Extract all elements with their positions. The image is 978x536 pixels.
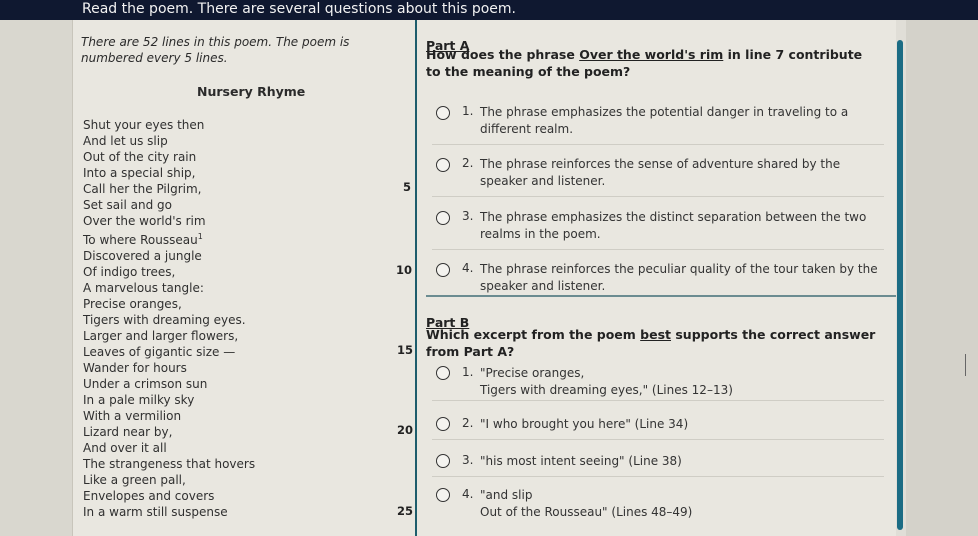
part-a-question: How does the phrase Over the world's rim… <box>426 46 878 80</box>
choice-text: "his most intent seeing" (Line 38) <box>480 454 682 468</box>
radio-button[interactable] <box>436 488 450 502</box>
instruction-bar: Read the poem. There are several questio… <box>0 0 978 20</box>
line-number: 10 <box>396 263 413 277</box>
poem-line-text: To where Rousseau <box>83 233 198 247</box>
radio-button[interactable] <box>436 106 450 120</box>
choice-text: "Precise oranges, Tigers with dreaming ey… <box>480 365 880 399</box>
footnote-marker[interactable]: 1 <box>198 232 203 241</box>
poem-line: Into a special ship, <box>83 166 196 180</box>
poem-line: With a vermilion <box>83 409 182 423</box>
line-number: 5 <box>403 180 412 194</box>
poem-line: Lizard near by, <box>83 425 173 439</box>
poem-line: Under a crimson sun <box>83 377 208 391</box>
edge-mark <box>965 354 966 376</box>
page-margin <box>906 20 978 536</box>
part-b-question: Which excerpt from the poem best support… <box>426 326 878 360</box>
poem-line: A marvelous tangle: <box>83 281 204 295</box>
choice-text: The phrase emphasizes the potential dang… <box>480 105 849 136</box>
poem-line: Leaves of gigantic size — <box>83 345 236 359</box>
choice-text: The phrase reinforces the peculiar quali… <box>480 262 878 293</box>
part-b-choice-1[interactable]: 1. "Precise oranges, Tigers with dreaming… <box>432 362 884 401</box>
question-text: How does the phrase <box>426 47 580 62</box>
choice-number: 3. <box>462 453 474 467</box>
radio-button[interactable] <box>436 211 450 225</box>
question-text: Which excerpt from the poem <box>426 327 641 342</box>
line-number: 25 <box>397 504 414 518</box>
question-phrase: Over the world's rim <box>579 47 724 62</box>
instruction-text: Read the poem. There are several questio… <box>82 1 516 17</box>
choice-text: "and slip Out of the Rousseau" (Lines 48–… <box>480 487 880 521</box>
choice-line: Tigers with dreaming eyes," (Lines 12–13… <box>480 383 733 397</box>
poem-line: In a warm still suspense <box>83 505 228 519</box>
choice-number: 2. <box>462 416 474 430</box>
poem-line: Envelopes and covers <box>83 489 215 503</box>
scrollbar-thumb[interactable] <box>897 40 903 530</box>
section-divider <box>426 295 896 297</box>
choice-number: 4. <box>462 261 474 275</box>
poem-line: Wander for hours <box>83 361 187 375</box>
choice-text: The phrase emphasizes the distinct separ… <box>480 210 867 241</box>
part-b-choice-4[interactable]: 4. "and slip Out of the Rousseau" (Lines … <box>432 486 884 526</box>
radio-button[interactable] <box>436 454 450 468</box>
poem-line: Set sail and go <box>83 198 172 212</box>
poem-line: Tigers with dreaming eyes. <box>83 313 246 327</box>
poem-line: The strangeness that hovers <box>83 457 256 471</box>
radio-button[interactable] <box>436 263 450 277</box>
choice-number: 3. <box>462 209 474 223</box>
poem-panel[interactable]: There are 52 lines in this poem. The poe… <box>73 20 417 536</box>
poem-intro: There are 52 lines in this poem. The poe… <box>81 35 350 65</box>
poem-line: In a pale milky sky <box>83 393 195 407</box>
line-number: 20 <box>397 423 414 437</box>
part-a-choice-3[interactable]: 3. The phrase emphasizes the distinct se… <box>432 205 884 250</box>
poem-line: Call her the Pilgrim, <box>83 182 202 196</box>
part-a-choice-1[interactable]: 1. The phrase emphasizes the potential d… <box>432 100 884 145</box>
part-b-choice-3[interactable]: 3. "his most intent seeing" (Line 38) <box>432 452 884 477</box>
poem-line: Over the world's rim <box>83 214 206 228</box>
poem-line: Like a green pall, <box>83 473 186 487</box>
poem-title: Nursery Rhyme <box>197 84 306 99</box>
choice-text: The phrase reinforces the sense of adven… <box>480 157 841 188</box>
choice-line: Out of the Rousseau" (Lines 48–49) <box>480 505 693 519</box>
poem-line: And let us slip <box>83 134 168 148</box>
poem-line: Precise oranges, <box>83 297 182 311</box>
poem-line: Out of the city rain <box>83 150 197 164</box>
choice-line: "Precise oranges, <box>480 366 585 380</box>
poem-line: Shut your eyes then <box>83 118 205 132</box>
poem-line: Of indigo trees, <box>83 265 176 279</box>
radio-button[interactable] <box>436 417 450 431</box>
line-number: 15 <box>397 343 414 357</box>
part-a-choice-4[interactable]: 4. The phrase reinforces the peculiar qu… <box>432 257 884 293</box>
choice-number: 1. <box>462 104 474 118</box>
part-b-choice-2[interactable]: 2. "I who brought you here" (Line 34) <box>432 413 884 440</box>
choice-number: 2. <box>462 156 474 170</box>
poem-line: And over it all <box>83 441 167 455</box>
radio-button[interactable] <box>436 366 450 380</box>
poem-line: Larger and larger flowers, <box>83 329 239 343</box>
poem-line: To where Rousseau1 <box>83 232 203 247</box>
part-a-choice-2[interactable]: 2. The phrase reinforces the sense of ad… <box>432 152 884 197</box>
choice-line: "and slip <box>480 488 533 502</box>
choice-number: 4. <box>462 487 474 501</box>
questions-panel[interactable]: Part A How does the phrase Over the worl… <box>422 20 896 536</box>
radio-button[interactable] <box>436 158 450 172</box>
question-emphasis: best <box>640 327 672 342</box>
choice-text: "I who brought you here" (Line 34) <box>480 417 689 431</box>
choice-number: 1. <box>462 365 474 379</box>
test-sheet: There are 52 lines in this poem. The poe… <box>72 20 897 536</box>
poem-line: Discovered a jungle <box>83 249 202 263</box>
